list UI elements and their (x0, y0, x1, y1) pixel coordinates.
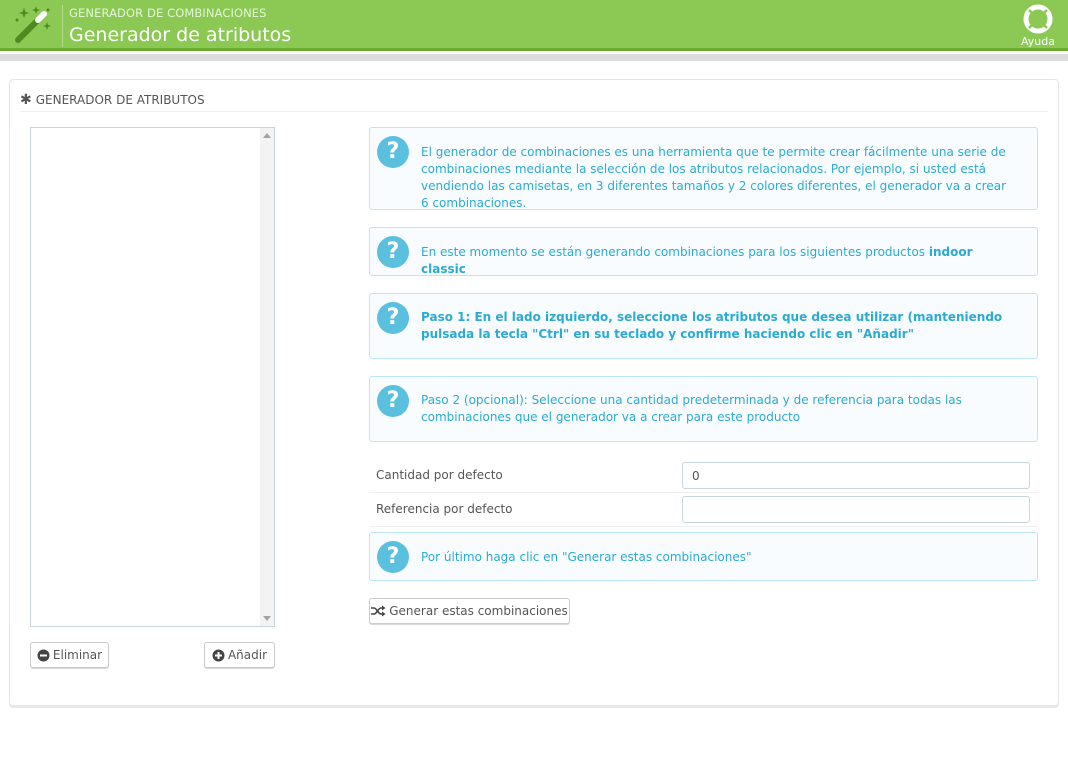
quantity-input[interactable]: 0 (682, 462, 1030, 489)
scroll-down-arrow-icon[interactable] (263, 616, 271, 621)
info-alert-current-product: ? En este momento se están generando com… (369, 227, 1038, 276)
question-circle-icon: ? (377, 385, 409, 417)
question-circle-icon: ? (377, 136, 409, 168)
help-button[interactable]: Ayuda (1018, 4, 1058, 48)
info-alert-text: Paso 1: En el lado izquierdo, seleccione… (421, 310, 1003, 341)
header-divider (62, 5, 63, 47)
attribute-select-list[interactable] (30, 127, 275, 627)
question-circle-icon: ? (377, 302, 409, 334)
question-circle-icon: ? (377, 236, 409, 268)
lifebuoy-icon (1018, 4, 1058, 34)
scroll-up-arrow-icon[interactable] (263, 133, 271, 138)
info-alert-text: Por último haga clic en "Generar estas c… (421, 550, 752, 564)
top-header-bar: GENERADOR DE COMBINACIONES Generador de … (0, 0, 1068, 51)
generate-combinations-button[interactable]: Generar estas combinaciones (369, 598, 570, 624)
remove-button[interactable]: Eliminar (30, 642, 109, 668)
info-alert-step1: ? Paso 1: En el lado izquierdo, seleccio… (369, 293, 1038, 359)
asterisk-icon: ✱ (20, 92, 32, 108)
generate-button-label: Generar estas combinaciones (389, 604, 568, 618)
add-button[interactable]: Añadir (204, 642, 275, 668)
page-title: Generador de atributos (69, 24, 292, 46)
panel-heading: ✱ GENERADOR DE ATRIBUTOS (20, 88, 205, 112)
minus-circle-icon (37, 649, 50, 662)
reference-input[interactable] (682, 496, 1030, 523)
info-alert-text: Paso 2 (opcional): Seleccione una cantid… (421, 393, 962, 424)
info-alert-text: El generador de combinaciones es una her… (421, 145, 1007, 210)
panel-heading-divider (20, 111, 1048, 112)
quantity-label: Cantidad por defecto (376, 468, 503, 482)
reference-row: Referencia por defecto (369, 493, 1038, 527)
current-product-text: En este momento se están generando combi… (421, 245, 926, 259)
add-button-label: Añadir (227, 648, 268, 662)
quantity-row: Cantidad por defecto 0 (369, 459, 1038, 493)
info-alert-step2: ? Paso 2 (opcional): Seleccione una cant… (369, 376, 1038, 442)
breadcrumb[interactable]: GENERADOR DE COMBINACIONES (69, 6, 267, 20)
info-alert-intro: ? El generador de combinaciones es una h… (369, 127, 1038, 210)
plus-circle-icon (212, 649, 225, 662)
attribute-generator-panel: ✱ GENERADOR DE ATRIBUTOS Eliminar Añadir… (9, 79, 1059, 706)
magic-wand-icon (12, 4, 54, 46)
header-shadow (0, 54, 1068, 61)
reference-label: Referencia por defecto (376, 502, 513, 516)
help-label: Ayuda (1021, 35, 1055, 48)
panel-heading-label: GENERADOR DE ATRIBUTOS (35, 93, 205, 107)
info-alert-text: En este momento se están generando combi… (421, 244, 1007, 278)
question-circle-icon: ? (377, 541, 409, 573)
shuffle-icon (371, 605, 386, 617)
info-alert-final: ? Por último haga clic en "Generar estas… (369, 532, 1038, 581)
list-scrollbar[interactable] (260, 128, 274, 626)
remove-button-label: Eliminar (52, 648, 103, 662)
